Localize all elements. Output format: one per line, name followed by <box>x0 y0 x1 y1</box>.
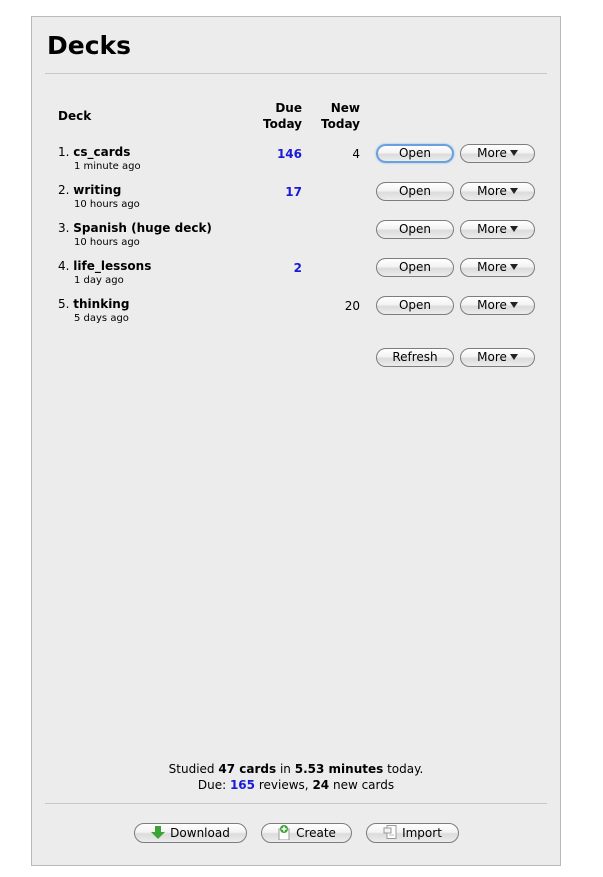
deck-more-button[interactable]: More <box>460 220 535 239</box>
open-deck-button[interactable]: Open <box>376 182 454 201</box>
deck-name[interactable]: life_lessons <box>73 259 151 273</box>
deck-index: 1. <box>58 145 70 159</box>
column-header-new-today: New Today <box>321 101 360 131</box>
deck-more-button[interactable]: More <box>460 144 535 163</box>
download-button[interactable]: Download <box>134 823 247 843</box>
chevron-down-icon <box>509 264 518 270</box>
column-header-deck: Deck <box>58 109 92 123</box>
deck-last-studied: 1 day ago <box>74 275 124 286</box>
deck-index: 3. <box>58 221 70 235</box>
deck-index: 5. <box>58 297 70 311</box>
chevron-down-icon <box>509 226 518 232</box>
deck-index: 4. <box>58 259 70 273</box>
deck-new-count: 4 <box>352 147 360 161</box>
open-deck-button[interactable]: Open <box>376 296 454 315</box>
chevron-down-icon <box>509 354 518 360</box>
chevron-down-icon <box>509 188 518 194</box>
deck-row: 3. Spanish (huge deck) 10 hours ago Open… <box>32 217 560 255</box>
deck-more-button[interactable]: More <box>460 182 535 201</box>
study-summary: Studied 47 cards in 5.53 minutes today. <box>168 762 424 776</box>
create-deck-icon <box>277 825 291 845</box>
deck-title[interactable]: 4. life_lessons <box>58 259 151 274</box>
decks-panel: Decks Deck Due Today New Today 1. cs_car… <box>31 16 561 866</box>
deck-row: 4. life_lessons 1 day ago 2 Open More <box>32 255 560 293</box>
deck-last-studied: 10 hours ago <box>74 199 140 210</box>
deck-last-studied: 10 hours ago <box>74 237 140 248</box>
import-button[interactable]: Import <box>366 823 459 843</box>
download-arrow-icon <box>151 826 166 845</box>
column-header-due-today: Due Today <box>263 101 302 131</box>
due-new-count: 24 <box>312 778 330 792</box>
refresh-button[interactable]: Refresh <box>376 348 454 367</box>
deck-title[interactable]: 5. thinking <box>58 297 129 312</box>
deck-name[interactable]: cs_cards <box>73 145 130 159</box>
create-button[interactable]: Create <box>261 823 352 843</box>
open-deck-button[interactable]: Open <box>376 220 454 239</box>
studied-minutes: 5.53 minutes <box>294 762 384 776</box>
deck-due-count: 146 <box>276 147 302 161</box>
open-deck-button[interactable]: Open <box>376 144 454 163</box>
deck-more-button[interactable]: More <box>460 258 535 277</box>
deck-new-count: 20 <box>344 299 360 313</box>
deck-last-studied: 1 minute ago <box>74 161 141 172</box>
deck-title[interactable]: 1. cs_cards <box>58 145 130 160</box>
deck-due-count: 2 <box>293 261 302 275</box>
deck-title[interactable]: 3. Spanish (huge deck) <box>58 221 212 236</box>
chevron-down-icon <box>509 150 518 156</box>
global-more-button[interactable]: More <box>460 348 535 367</box>
deck-row: 1. cs_cards 1 minute ago 146 4 Open More <box>32 141 560 179</box>
studied-cards-count: 47 cards <box>218 762 277 776</box>
deck-row: 2. writing 10 hours ago 17 Open More <box>32 179 560 217</box>
chevron-down-icon <box>509 302 518 308</box>
deck-title[interactable]: 2. writing <box>58 183 121 198</box>
deck-more-button[interactable]: More <box>460 296 535 315</box>
title-divider <box>45 73 547 74</box>
due-reviews-count: 165 <box>229 778 256 792</box>
deck-due-count: 17 <box>285 185 302 199</box>
due-summary: Due: 165 reviews, 24 new cards <box>197 778 395 792</box>
deck-row: 5. thinking 5 days ago 20 Open More <box>32 293 560 331</box>
deck-name[interactable]: Spanish (huge deck) <box>73 221 212 235</box>
footer-divider <box>45 803 547 804</box>
deck-last-studied: 5 days ago <box>74 313 129 324</box>
deck-name[interactable]: thinking <box>73 297 129 311</box>
deck-index: 2. <box>58 183 70 197</box>
deck-name[interactable]: writing <box>73 183 121 197</box>
import-document-icon <box>383 825 397 845</box>
page-title: Decks <box>47 31 132 60</box>
open-deck-button[interactable]: Open <box>376 258 454 277</box>
